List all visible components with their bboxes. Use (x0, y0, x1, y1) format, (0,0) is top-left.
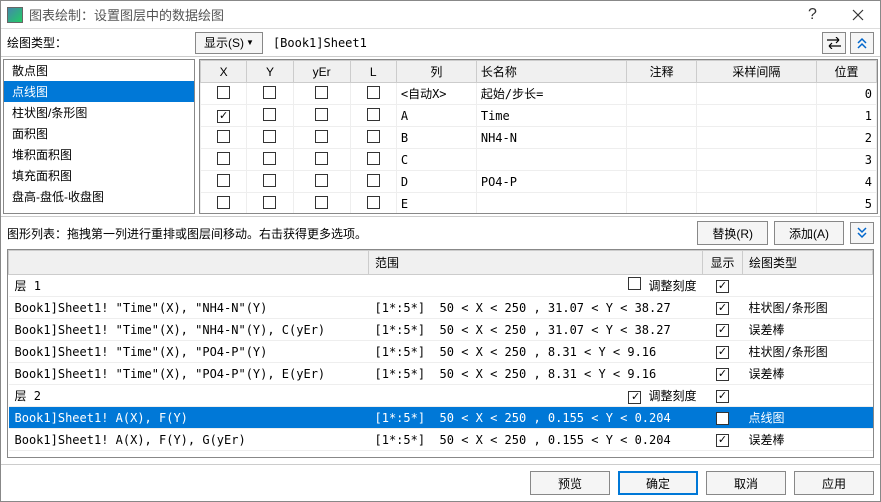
titlebar: 图表绘制：设置图层中的数据绘图 ? (1, 1, 880, 29)
dialog-window: 图表绘制：设置图层中的数据绘图 ? 绘图类型： 显示(S)▼ [Book1]Sh… (0, 0, 881, 502)
checkbox[interactable] (367, 130, 380, 143)
checkbox[interactable] (217, 174, 230, 187)
layer-row[interactable]: 层 2 调整刻度 (9, 385, 873, 407)
checkbox[interactable] (217, 196, 230, 209)
checkbox[interactable] (263, 152, 276, 165)
column-row[interactable]: DPO4-P4 (201, 171, 877, 193)
plot-type-item[interactable]: 散点图 (4, 60, 194, 81)
column-row[interactable]: E5 (201, 193, 877, 215)
graph-row[interactable]: Book1]Sheet1! "Time"(X), "PO4-P"(Y)[1*:5… (9, 341, 873, 363)
col-header-comment[interactable]: 注释 (627, 61, 697, 83)
checkbox[interactable] (263, 86, 276, 99)
plot-type-item[interactable]: 堆积面积图 (4, 144, 194, 165)
checkbox[interactable] (367, 86, 380, 99)
preview-button[interactable]: 预览 (530, 471, 610, 495)
chevron-down-icon: ▼ (246, 38, 254, 47)
checkbox[interactable] (263, 108, 276, 121)
col-header-y[interactable]: Y (247, 61, 293, 83)
checkbox[interactable] (263, 196, 276, 209)
plot-type-item[interactable]: 点线图 (4, 81, 194, 102)
checkbox[interactable] (367, 196, 380, 209)
swap-button[interactable] (822, 32, 846, 54)
columns-table[interactable]: X Y yEr L 列 长名称 注释 采样间隔 位置 <自动X>起始/步长=0A… (199, 59, 878, 214)
checkbox[interactable] (217, 86, 230, 99)
col-header-sample[interactable]: 采样间隔 (696, 61, 816, 83)
graph-list[interactable]: 范围 显示 绘图类型 层 1 调整刻度Book1]Sheet1! "Time"(… (7, 249, 874, 458)
col-header-l[interactable]: L (350, 61, 396, 83)
col-header-pos[interactable]: 位置 (817, 61, 877, 83)
window-close-button[interactable] (835, 1, 880, 29)
list-header-type[interactable]: 绘图类型 (743, 251, 873, 275)
show-checkbox[interactable] (716, 434, 729, 447)
graph-row[interactable]: Book1]Sheet1! "Time"(X), "NH4-N"(Y)[1*:5… (9, 297, 873, 319)
plot-type-list[interactable]: 散点图点线图柱状图/条形图面积图堆积面积图填充面积图盘高-盘低-收盘图 (3, 59, 195, 214)
arrows-icon (826, 37, 842, 49)
col-header-x[interactable]: X (201, 61, 247, 83)
show-checkbox[interactable] (716, 368, 729, 381)
sheet-name: [Book1]Sheet1 (267, 36, 818, 50)
layer-row[interactable]: 层 1 调整刻度 (9, 275, 873, 297)
checkbox[interactable] (367, 152, 380, 165)
app-icon (7, 7, 23, 23)
checkbox[interactable] (217, 130, 230, 143)
checkbox[interactable] (217, 152, 230, 165)
plot-type-item[interactable]: 填充面积图 (4, 165, 194, 186)
graph-row[interactable]: Book1]Sheet1! "Time"(X), "PO4-P"(Y), E(y… (9, 363, 873, 385)
column-row[interactable]: BNH4-N2 (201, 127, 877, 149)
graph-list-label: 图形列表：拖拽第一列进行重排或图层间移动。右击获得更多选项。 (7, 225, 367, 242)
checkbox[interactable] (315, 108, 328, 121)
apply-button[interactable]: 应用 (794, 471, 874, 495)
checkbox[interactable] (217, 110, 230, 123)
show-button[interactable]: 显示(S)▼ (195, 32, 263, 54)
plot-type-item[interactable]: 盘高-盘低-收盘图 (4, 186, 194, 207)
checkbox[interactable] (367, 108, 380, 121)
double-chevron-down-icon (856, 227, 868, 239)
replace-button[interactable]: 替换(R) (697, 221, 768, 245)
checkbox[interactable] (315, 174, 328, 187)
cancel-button[interactable]: 取消 (706, 471, 786, 495)
close-icon (852, 9, 864, 21)
graph-row[interactable]: Book1]Sheet1! A(X), F(Y), G(yEr)[1*:5*] … (9, 429, 873, 451)
col-header-col[interactable]: 列 (396, 61, 476, 83)
expand-down-button[interactable] (850, 222, 874, 244)
checkbox[interactable] (367, 174, 380, 187)
double-chevron-up-icon (856, 37, 868, 49)
show-checkbox[interactable] (716, 390, 729, 403)
add-button[interactable]: 添加(A) (774, 221, 844, 245)
checkbox[interactable] (315, 152, 328, 165)
show-checkbox[interactable] (716, 280, 729, 293)
checkbox[interactable] (263, 174, 276, 187)
list-header-show[interactable]: 显示 (703, 251, 743, 275)
show-checkbox[interactable] (716, 346, 729, 359)
checkbox[interactable] (315, 196, 328, 209)
show-checkbox[interactable] (716, 302, 729, 315)
checkbox[interactable] (315, 86, 328, 99)
graph-row[interactable]: Book1]Sheet1! "Time"(X), "NH4-N"(Y), C(y… (9, 319, 873, 341)
window-help-button[interactable]: ? (790, 1, 835, 29)
checkbox[interactable] (315, 130, 328, 143)
ok-button[interactable]: 确定 (618, 471, 698, 495)
column-row[interactable]: C3 (201, 149, 877, 171)
graph-row[interactable]: Book1]Sheet1! A(X), F(Y)[1*:5*] 50 < X <… (9, 407, 873, 429)
col-header-yer[interactable]: yEr (293, 61, 350, 83)
plot-type-item[interactable]: 柱状图/条形图 (4, 102, 194, 123)
plot-type-label: 绘图类型： (7, 34, 67, 51)
show-checkbox[interactable] (716, 324, 729, 337)
show-checkbox[interactable] (716, 412, 729, 425)
rescale-checkbox[interactable] (628, 391, 641, 404)
checkbox[interactable] (263, 130, 276, 143)
list-header-range[interactable]: 范围 (369, 251, 703, 275)
column-row[interactable]: <自动X>起始/步长=0 (201, 83, 877, 105)
rescale-checkbox[interactable] (628, 277, 641, 290)
collapse-up-button[interactable] (850, 32, 874, 54)
plot-type-item[interactable]: 面积图 (4, 123, 194, 144)
titlebar-text: 图表绘制：设置图层中的数据绘图 (29, 5, 790, 24)
col-header-long[interactable]: 长名称 (476, 61, 626, 83)
column-row[interactable]: ATime1 (201, 105, 877, 127)
